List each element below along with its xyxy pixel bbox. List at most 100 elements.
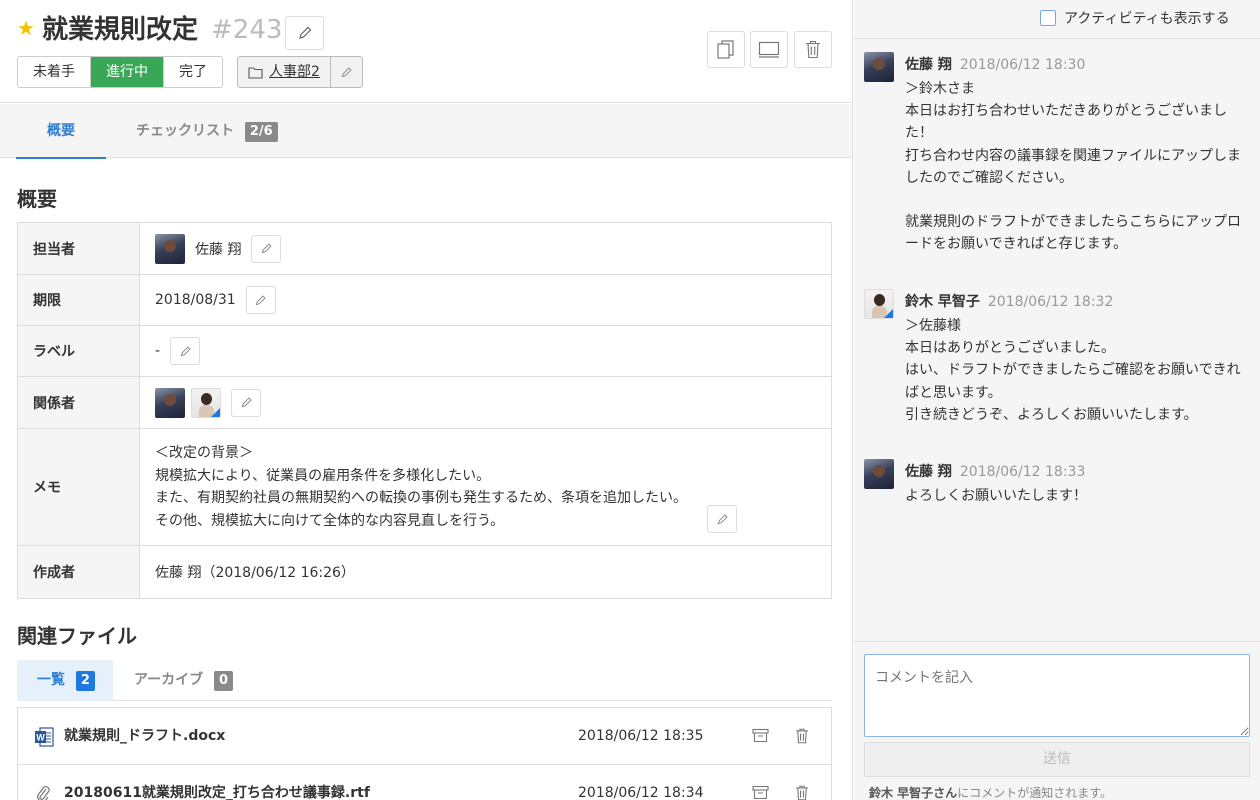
- present-button[interactable]: [750, 31, 788, 68]
- comment-author: 佐藤 翔: [905, 464, 952, 480]
- label-label: ラベル: [17, 325, 140, 377]
- status-done-button[interactable]: 完了: [164, 57, 222, 87]
- file-date: 2018/06/12 18:34: [578, 785, 704, 800]
- tab-file-archive-label: アーカイブ: [134, 672, 204, 688]
- owner-mark-icon: [884, 309, 893, 318]
- comment-list: 佐藤 翔 2018/06/12 18:30 ＞鈴木さま 本日はお打ち合わせいただき…: [854, 38, 1260, 642]
- folder-selector: 人事部2: [237, 56, 363, 88]
- owner-mark-icon: [211, 407, 220, 417]
- file-row[interactable]: W 就業規則_ドラフト.docx 2018/06/12 18:35: [18, 708, 831, 765]
- show-activity-checkbox[interactable]: [1040, 10, 1056, 26]
- tab-file-list[interactable]: 一覧 2: [17, 660, 113, 701]
- members-label: 関係者: [17, 376, 140, 429]
- comment-body: よろしくお願いいたします！: [905, 488, 1087, 504]
- show-activity-toggle[interactable]: アクティビティも表示する: [1040, 8, 1230, 28]
- file-tabs: 一覧 2 アーカイブ 0: [17, 660, 832, 701]
- send-button[interactable]: 送信: [864, 742, 1250, 777]
- archive-icon[interactable]: [752, 785, 769, 800]
- folder-label: 人事部2: [269, 64, 320, 80]
- task-number: #243: [211, 15, 283, 45]
- task-title: 就業規則改定: [42, 15, 199, 45]
- memo-label: メモ: [17, 428, 140, 546]
- creator-row: 作成者 佐藤 翔（2018/06/12 16:26）: [17, 545, 832, 599]
- comment-body: ＞鈴木さま 本日はお打ち合わせいただきありがとうございまし た！ 打ち合わせ内容…: [905, 81, 1241, 253]
- due-date: 2018/08/31: [155, 292, 236, 308]
- edit-members-button[interactable]: [231, 388, 261, 417]
- assignee-name: 佐藤 翔: [195, 241, 242, 258]
- notify-note: 鈴木 早智子さんにコメントが通知されます。: [869, 784, 1112, 800]
- comment-date: 2018/06/12 18:33: [959, 464, 1086, 480]
- show-activity-label: アクティビティも表示する: [1064, 11, 1230, 27]
- tab-file-list-label: 一覧: [37, 672, 65, 688]
- pencil-icon: [241, 397, 252, 408]
- tab-summary[interactable]: 概要: [16, 104, 106, 159]
- pencil-icon: [341, 66, 352, 77]
- label-value: -: [155, 343, 161, 359]
- avatar: [864, 289, 894, 319]
- task-detail-pane: ★ 就業規則改定 #243 未着手 進行中 完了 人事部2 概要 チェックリスト…: [0, 0, 853, 800]
- related-files-heading: 関連ファイル: [17, 624, 137, 648]
- archive-count-badge: 0: [214, 671, 234, 691]
- avatar: [864, 52, 894, 82]
- comments-pane: アクティビティも表示する 佐藤 翔 2018/06/12 18:30 ＞鈴木さま …: [854, 0, 1260, 800]
- file-name[interactable]: 20180611就業規則改定_打ち合わせ議事録.rtf: [64, 765, 370, 800]
- comment-date: 2018/06/12 18:30: [959, 57, 1086, 73]
- star-icon[interactable]: ★: [17, 18, 35, 38]
- assignee-row: 担当者 佐藤 翔: [17, 222, 832, 275]
- trash-icon[interactable]: [795, 728, 809, 744]
- comment-author: 鈴木 早智子: [905, 294, 980, 310]
- comment-author: 佐藤 翔: [905, 57, 952, 73]
- file-count-badge: 2: [75, 671, 95, 691]
- pencil-icon: [261, 243, 272, 254]
- tab-checklist-label: チェックリスト: [136, 123, 234, 139]
- tab-file-archive[interactable]: アーカイブ 0: [134, 660, 234, 701]
- checklist-count-badge: 2/6: [244, 122, 278, 142]
- pencil-icon: [717, 513, 728, 524]
- creator-label: 作成者: [17, 545, 140, 599]
- edit-assignee-button[interactable]: [251, 234, 282, 263]
- task-properties-table: 担当者 佐藤 翔 期限 2018/08/31 ラベル - 関係者 メモ ＜改定の…: [17, 222, 832, 599]
- trash-icon: [806, 40, 820, 59]
- task-header: ★ 就業規則改定 #243 未着手 進行中 完了 人事部2: [0, 0, 852, 103]
- trash-icon[interactable]: [795, 785, 809, 800]
- status-not-started-button[interactable]: 未着手: [18, 57, 91, 87]
- edit-folder-button[interactable]: [331, 57, 362, 87]
- svg-text:W: W: [36, 733, 45, 743]
- edit-title-button[interactable]: [285, 16, 324, 50]
- assignee-label: 担当者: [17, 222, 140, 275]
- avatar: [864, 459, 894, 489]
- pencil-icon: [255, 294, 266, 305]
- members-row: 関係者: [17, 376, 832, 429]
- file-row[interactable]: 20180611就業規則改定_打ち合わせ議事録.rtf 2018/06/12 1…: [18, 765, 831, 800]
- file-list: W 就業規則_ドラフト.docx 2018/06/12 18:35 201806…: [17, 707, 832, 800]
- status-in-progress-button[interactable]: 進行中: [91, 57, 164, 87]
- due-row: 期限 2018/08/31: [17, 274, 832, 326]
- edit-memo-button[interactable]: [707, 505, 737, 533]
- notify-name: 鈴木 早智子さん: [869, 786, 958, 800]
- due-label: 期限: [17, 274, 140, 326]
- task-tabs: 概要 チェックリスト 2/6: [0, 104, 852, 159]
- avatar: [191, 387, 221, 418]
- monitor-icon: [758, 41, 780, 58]
- creator-value: 佐藤 翔（2018/06/12 16:26）: [139, 545, 832, 599]
- status-toggle: 未着手 進行中 完了: [17, 56, 223, 88]
- pencil-icon: [298, 26, 311, 39]
- edit-due-button[interactable]: [245, 286, 276, 314]
- summary-heading: 概要: [17, 187, 57, 211]
- delete-task-button[interactable]: [794, 31, 832, 68]
- copy-icon: [717, 39, 734, 59]
- folder-icon: [248, 66, 263, 79]
- archive-icon[interactable]: [752, 728, 769, 743]
- notify-suffix: にコメントが通知されます。: [957, 786, 1112, 800]
- tab-checklist[interactable]: チェックリスト 2/6: [136, 104, 278, 158]
- memo-row: メモ ＜改定の背景＞ 規模拡大により、従業員の雇用条件を多様化したい。 また、有…: [17, 428, 832, 546]
- paperclip-icon: [37, 786, 50, 800]
- avatar: [155, 387, 185, 418]
- edit-label-button[interactable]: [170, 337, 201, 365]
- file-name[interactable]: 就業規則_ドラフト.docx: [64, 708, 225, 765]
- comment-body: ＞佐藤様 本日はありがとうございました。 はい、ドラフトができましたらご確認をお…: [905, 318, 1241, 423]
- copy-task-button[interactable]: [707, 31, 745, 68]
- file-date: 2018/06/12 18:35: [578, 728, 704, 744]
- folder-link[interactable]: 人事部2: [238, 57, 331, 87]
- comment-input[interactable]: [864, 654, 1250, 737]
